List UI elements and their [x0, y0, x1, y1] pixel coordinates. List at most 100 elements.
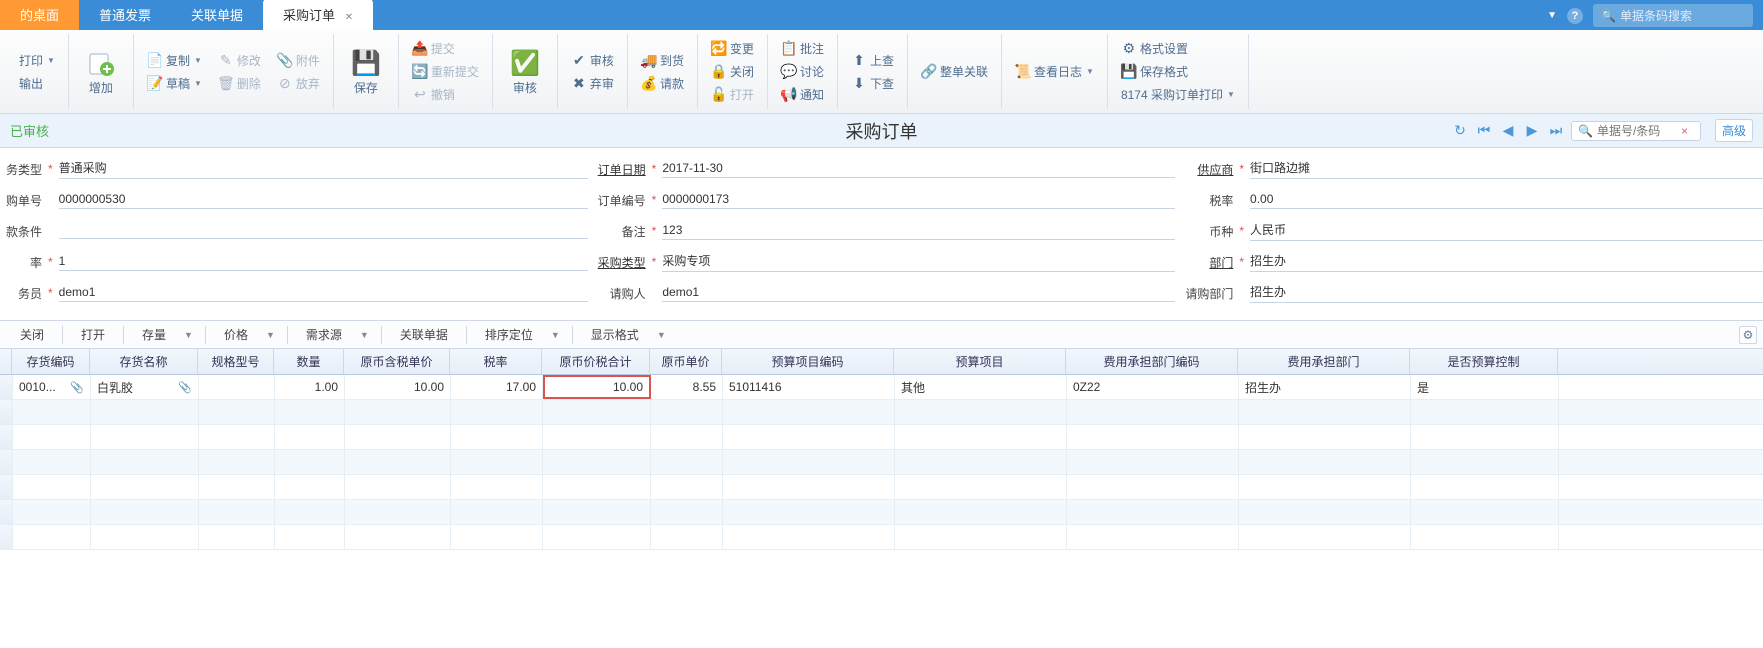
chevron-down-icon[interactable]: ▼	[657, 330, 674, 340]
hdr-code[interactable]: 存货编码	[12, 349, 90, 374]
table-row[interactable]	[0, 425, 1763, 450]
discuss-button[interactable]: 💬讨论	[776, 60, 829, 83]
val-currency[interactable]: 人民币	[1250, 221, 1763, 241]
table-row[interactable]	[0, 475, 1763, 500]
tb-reqsrc[interactable]: 需求源	[292, 323, 356, 346]
hdr-taxrate[interactable]: 税率	[450, 349, 542, 374]
attach-button[interactable]: 📎附件	[272, 49, 325, 72]
cell-budgetitem[interactable]: 其他	[895, 375, 1067, 399]
gear-icon[interactable]: ⚙	[1739, 326, 1757, 344]
arrive-button[interactable]: 🚚到货	[636, 49, 689, 72]
format-button[interactable]: ⚙格式设置	[1116, 37, 1193, 60]
paperclip-icon[interactable]: 📎	[178, 381, 192, 394]
cell-unitprice[interactable]: 8.55	[651, 375, 723, 399]
cell-ctrl[interactable]: 是	[1411, 375, 1559, 399]
hdr-price[interactable]: 原币含税单价	[344, 349, 450, 374]
tb-stock[interactable]: 存量	[128, 323, 180, 346]
down-button[interactable]: ⬇下查	[846, 72, 899, 95]
help-icon[interactable]: ?	[1567, 8, 1583, 24]
chevron-down-icon[interactable]: ▼	[551, 330, 568, 340]
hdr-qty[interactable]: 数量	[274, 349, 344, 374]
nav-search-input[interactable]	[1597, 124, 1677, 138]
pay-button[interactable]: 💰请款	[636, 72, 689, 95]
val-dept[interactable]: 招生办	[1250, 252, 1763, 272]
paperclip-icon[interactable]: 📎	[70, 381, 84, 394]
val-orderdate[interactable]: 2017-11-30	[662, 161, 1175, 178]
top-search[interactable]: 🔍 单据条码搜索	[1593, 4, 1753, 27]
cell-budget[interactable]: 51011416	[723, 375, 895, 399]
nav-search[interactable]: 🔍 ×	[1571, 121, 1701, 141]
val-staff[interactable]: demo1	[59, 285, 588, 302]
hdr-unitprice[interactable]: 原币单价	[650, 349, 722, 374]
first-icon[interactable]: ⏮	[1475, 122, 1493, 140]
chevron-down-icon[interactable]: ▼	[266, 330, 283, 340]
cell-qty[interactable]: 1.00	[275, 375, 345, 399]
abandon-audit-button[interactable]: ✖弃审	[566, 72, 619, 95]
val-remark[interactable]: 123	[662, 223, 1175, 240]
tb-open[interactable]: 打开	[67, 323, 119, 346]
table-row[interactable]: 0010...📎 白乳胶📎 1.00 10.00 17.00 10.00 8.5…	[0, 375, 1763, 400]
hdr-deptcode[interactable]: 费用承担部门编码	[1066, 349, 1238, 374]
val-taxrate[interactable]: 0.00	[1250, 192, 1763, 209]
advanced-link[interactable]: 高级	[1715, 119, 1753, 142]
template-select[interactable]: 8174 采购订单打印▼	[1116, 83, 1240, 106]
hdr-total[interactable]: 原币价税合计	[542, 349, 650, 374]
close-icon[interactable]: ✕	[345, 12, 353, 23]
next-icon[interactable]: ▶	[1523, 122, 1541, 140]
hdr-ctrl[interactable]: 是否预算控制	[1410, 349, 1558, 374]
table-row[interactable]	[0, 500, 1763, 525]
relate-button[interactable]: 🔗整单关联	[916, 60, 993, 83]
hdr-budgetitem[interactable]: 预算项目	[894, 349, 1066, 374]
val-bustype[interactable]: 普通采购	[59, 159, 588, 179]
tb-close[interactable]: 关闭	[6, 323, 58, 346]
save-button[interactable]: 💾 保存	[342, 43, 390, 100]
audit-button[interactable]: ✅ 审核	[501, 43, 549, 100]
submit-button[interactable]: 📤提交	[407, 37, 460, 60]
chevron-down-icon[interactable]: ▼	[184, 330, 201, 340]
cell-name[interactable]: 白乳胶📎	[91, 375, 199, 399]
tb-link[interactable]: 关联单据	[386, 323, 462, 346]
delete-button[interactable]: 🗑删除	[213, 72, 266, 95]
cell-taxrate[interactable]: 17.00	[451, 375, 543, 399]
change-button[interactable]: 🔁变更	[706, 37, 759, 60]
val-requester[interactable]: demo1	[662, 285, 1175, 302]
chevron-down-icon[interactable]: ▼	[360, 330, 377, 340]
val-reqdept[interactable]: 招生办	[1250, 283, 1763, 303]
table-row[interactable]	[0, 525, 1763, 550]
notify-button[interactable]: 📢通知	[776, 83, 829, 106]
last-icon[interactable]: ⏭	[1547, 122, 1565, 140]
audit2-button[interactable]: ✔审核	[566, 49, 619, 72]
refresh-icon[interactable]: ↻	[1451, 122, 1469, 140]
table-row[interactable]	[0, 450, 1763, 475]
tab-desktop[interactable]: 的桌面	[0, 0, 79, 30]
revoke-button[interactable]: ↩撤销	[407, 83, 460, 106]
tb-price[interactable]: 价格	[210, 323, 262, 346]
saveformat-button[interactable]: 💾保存格式	[1116, 60, 1193, 83]
val-rate[interactable]: 1	[59, 254, 588, 271]
hdr-spec[interactable]: 规格型号	[198, 349, 274, 374]
tab-purchase-order[interactable]: 采购订单 ✕	[263, 0, 373, 30]
abandon-button[interactable]: ⊘放弃	[272, 72, 325, 95]
clear-icon[interactable]: ×	[1681, 124, 1688, 138]
cell-price[interactable]: 10.00	[345, 375, 451, 399]
copy-button[interactable]: 📄复制▼	[142, 49, 207, 72]
add-button[interactable]: 增加	[77, 43, 125, 100]
table-row[interactable]	[0, 400, 1763, 425]
val-payterm[interactable]	[59, 223, 588, 239]
print-button[interactable]: 打印▼	[14, 49, 60, 72]
tb-display[interactable]: 显示格式	[577, 323, 653, 346]
viewlog-button[interactable]: 📜查看日志▼	[1010, 60, 1099, 83]
close-button[interactable]: 🔒关闭	[706, 60, 759, 83]
cell-dept[interactable]: 招生办	[1239, 375, 1411, 399]
cell-deptcode[interactable]: 0Z22	[1067, 375, 1239, 399]
tab-related[interactable]: 关联单据	[171, 0, 263, 30]
hdr-budget[interactable]: 预算项目编码	[722, 349, 894, 374]
val-purtype[interactable]: 采购专项	[662, 252, 1175, 272]
modify-button[interactable]: ✎修改	[213, 49, 266, 72]
hdr-dept[interactable]: 费用承担部门	[1238, 349, 1410, 374]
export-button[interactable]: 输出	[14, 72, 60, 95]
open-button[interactable]: 🔓打开	[706, 83, 759, 106]
approve-button[interactable]: 📋批注	[776, 37, 829, 60]
cell-code[interactable]: 0010...📎	[13, 375, 91, 399]
resubmit-button[interactable]: 🔄重新提交	[407, 60, 484, 83]
